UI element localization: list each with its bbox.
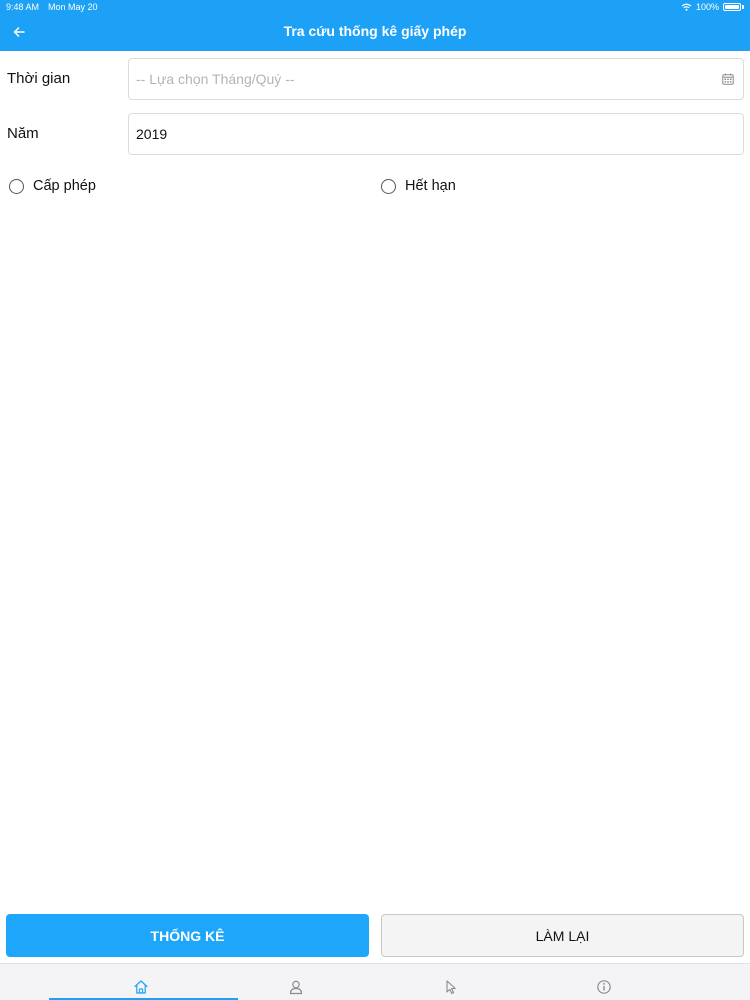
battery-tip	[742, 5, 744, 9]
period-label: Thời gian	[7, 70, 71, 87]
status-indicators: 100%	[681, 0, 744, 14]
status-bar: 9:48 AM Mon May 20 100%	[0, 0, 750, 14]
radio-label-expired: Hết hạn	[405, 178, 456, 194]
status-time: 9:48 AM	[6, 2, 40, 12]
wifi-icon	[681, 3, 692, 11]
user-icon	[289, 980, 302, 995]
year-field[interactable]: 2019	[128, 113, 744, 155]
year-value: 2019	[136, 126, 168, 142]
tab-bar	[0, 963, 750, 1000]
period-row: Thời gian -- Lựa chọn Tháng/Quý --	[0, 58, 750, 100]
radio-issued[interactable]: Cấp phép	[9, 178, 96, 194]
period-select[interactable]: -- Lựa chọn Tháng/Quý --	[128, 58, 744, 100]
pointer-icon	[446, 980, 456, 995]
tab-info[interactable]	[510, 964, 698, 1000]
period-placeholder: -- Lựa chọn Tháng/Quý --	[136, 71, 295, 87]
reset-button[interactable]: LÀM LẠI	[381, 914, 744, 957]
battery-icon	[723, 3, 741, 11]
calendar-icon[interactable]	[722, 73, 734, 85]
radio-button-expired[interactable]	[381, 178, 396, 194]
page-title: Tra cứu thống kê giấy phép	[283, 23, 467, 39]
info-icon	[596, 980, 611, 994]
radio-label-issued: Cấp phép	[33, 178, 96, 194]
battery-percentage: 100%	[695, 2, 719, 12]
app-header: 9:48 AM Mon May 20 100% Tra cứu thống kê…	[0, 0, 750, 51]
status-date: Mon May 20	[48, 2, 98, 12]
radio-expired[interactable]: Hết hạn	[381, 178, 456, 194]
radio-button-issued[interactable]	[9, 178, 24, 194]
statistics-button[interactable]: THỐNG KÊ	[6, 914, 369, 957]
year-label: Năm	[7, 125, 39, 142]
year-row: Năm 2019	[0, 113, 750, 155]
home-icon	[134, 980, 148, 994]
navigation-bar: Tra cứu thống kê giấy phép	[0, 14, 750, 51]
